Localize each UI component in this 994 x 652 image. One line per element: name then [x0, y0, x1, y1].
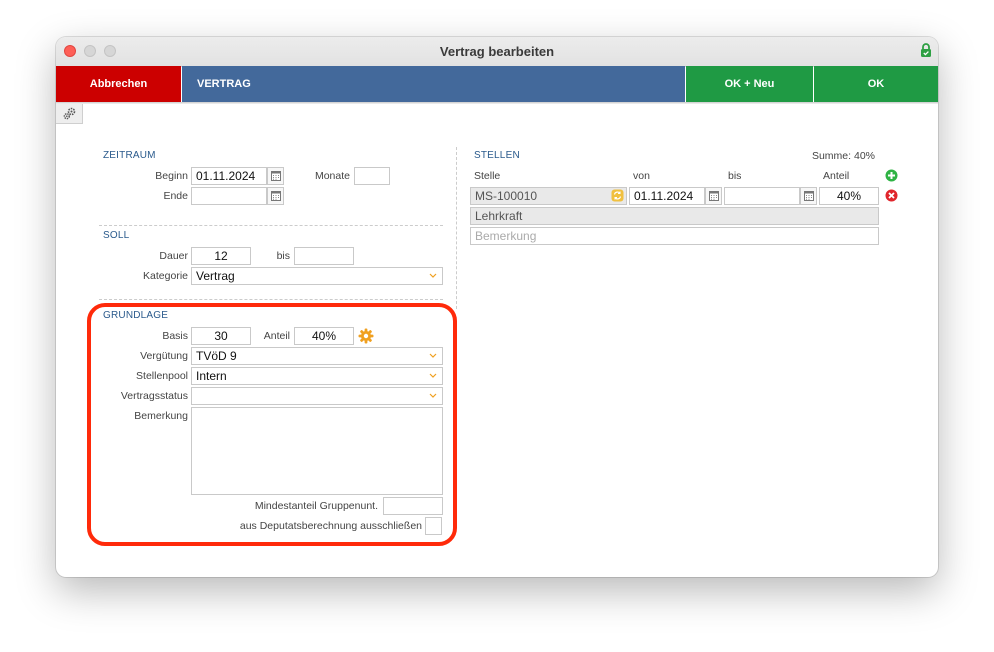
dauer-label: Dauer: [159, 250, 188, 262]
bezeichnung-field: Lehrkraft: [470, 207, 879, 225]
calendar-icon: [709, 191, 719, 201]
chevron-down-icon: [429, 273, 437, 278]
summe-label: Summe: 40%: [811, 150, 875, 162]
bemerkung-textarea[interactable]: [191, 407, 443, 495]
add-icon[interactable]: [885, 169, 898, 182]
bis-calendar-button[interactable]: [800, 187, 817, 205]
chevron-down-icon: [429, 373, 437, 378]
ende-calendar-button[interactable]: [267, 187, 284, 205]
stelle-anteil-input[interactable]: 40%: [819, 187, 879, 205]
col-von-header: von: [633, 170, 650, 182]
title-bar: Vertrag bearbeiten: [56, 37, 938, 67]
col-anteil-header: Anteil: [823, 170, 850, 182]
vertragsstatus-select[interactable]: [191, 387, 443, 405]
verguetung-label: Vergütung: [140, 350, 188, 362]
toolbar-shadow: [56, 102, 938, 104]
stellenpool-label: Stellenpool: [136, 370, 188, 382]
zeitraum-title: ZEITRAUM: [103, 150, 156, 161]
stellenpool-select[interactable]: Intern: [191, 367, 443, 385]
window-title: Vertrag bearbeiten: [439, 44, 555, 59]
von-input[interactable]: 01.11.2024: [629, 187, 705, 205]
ok-new-button[interactable]: OK + Neu: [686, 66, 813, 102]
ok-button[interactable]: OK: [814, 66, 938, 102]
beginn-calendar-button[interactable]: [267, 167, 284, 185]
stelle-value: MS-100010: [475, 189, 538, 203]
bemerkung-label: Bemerkung: [134, 410, 188, 422]
cancel-button[interactable]: Abbrechen: [56, 66, 181, 102]
calendar-icon: [804, 191, 814, 201]
section-header: VERTRAG: [182, 66, 685, 102]
soll-bis-input[interactable]: [294, 247, 354, 265]
vertragsstatus-label: Vertragsstatus: [120, 390, 188, 402]
column-divider: [456, 147, 457, 309]
kategorie-select[interactable]: Vertrag: [191, 267, 443, 285]
soll-title: SOLL: [103, 230, 130, 241]
stelle-bemerkung-input[interactable]: Bemerkung: [470, 227, 879, 245]
col-bis-header: bis: [728, 170, 742, 182]
ende-input[interactable]: [191, 187, 267, 205]
divider: [99, 225, 443, 226]
monate-label: Monate: [314, 170, 350, 182]
lock-icon: [921, 43, 931, 57]
deputat-label: aus Deputatsberechnung ausschließen: [239, 520, 422, 532]
delete-icon[interactable]: [885, 189, 898, 202]
basis-label: Basis: [162, 330, 188, 342]
basis-input[interactable]: 30: [191, 327, 251, 345]
verguetung-select[interactable]: TVöD 9: [191, 347, 443, 365]
divider: [99, 299, 443, 300]
mindestanteil-label: Mindestanteil Gruppenunt.: [254, 500, 378, 512]
verguetung-value: TVöD 9: [196, 349, 237, 363]
grundlage-title: GRUNDLAGE: [103, 310, 169, 321]
deputat-checkbox[interactable]: [425, 517, 442, 535]
settings-tab[interactable]: [56, 104, 83, 124]
lookup-icon[interactable]: [611, 189, 624, 202]
soll-bis-label: bis: [276, 250, 290, 262]
chevron-down-icon: [429, 393, 437, 398]
chevron-down-icon: [429, 353, 437, 358]
gear-icon[interactable]: [358, 328, 374, 344]
von-calendar-button[interactable]: [705, 187, 722, 205]
mindestanteil-input[interactable]: [383, 497, 443, 515]
beginn-label: Beginn: [155, 170, 188, 182]
dauer-input[interactable]: 12: [191, 247, 251, 265]
stellen-title: STELLEN: [474, 150, 520, 161]
stellenpool-value: Intern: [196, 369, 227, 383]
anteil-input[interactable]: 40%: [294, 327, 354, 345]
beginn-input[interactable]: 01.11.2024: [191, 167, 267, 185]
stelle-input[interactable]: MS-100010: [470, 187, 627, 205]
toolbar: Abbrechen VERTRAG OK + Neu OK: [56, 66, 938, 102]
monate-input[interactable]: [354, 167, 390, 185]
col-stelle-header: Stelle: [474, 170, 501, 182]
window: Vertrag bearbeiten Abbrechen VERTRAG OK …: [56, 37, 938, 577]
ende-label: Ende: [163, 190, 188, 202]
kategorie-label: Kategorie: [143, 270, 188, 282]
kategorie-value: Vertrag: [196, 269, 235, 283]
gears-icon: [63, 107, 76, 120]
calendar-icon: [271, 191, 281, 201]
anteil-label: Anteil: [263, 330, 290, 342]
calendar-icon: [271, 171, 281, 181]
bis-input[interactable]: [724, 187, 800, 205]
